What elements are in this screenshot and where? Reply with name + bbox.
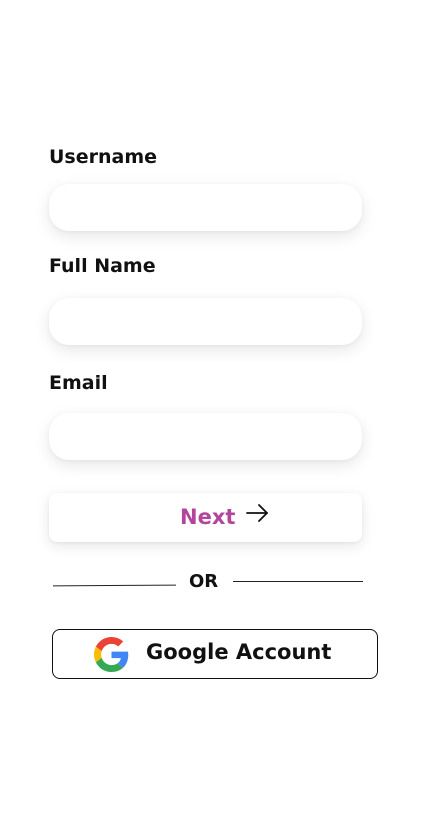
full-name-input[interactable] xyxy=(49,298,362,345)
divider-line-left xyxy=(52,584,177,587)
username-label: Username xyxy=(49,146,158,168)
divider-line-right xyxy=(233,581,363,582)
arrow-right-icon xyxy=(246,504,268,522)
username-input[interactable] xyxy=(49,184,362,231)
google-account-button[interactable]: Google Account xyxy=(52,629,378,679)
email-input[interactable] xyxy=(49,413,362,460)
or-label: OR xyxy=(189,571,219,592)
email-label: Email xyxy=(49,372,108,394)
full-name-field-wrapper xyxy=(49,298,362,345)
full-name-label: Full Name xyxy=(49,255,156,277)
email-field-wrapper xyxy=(49,413,362,460)
username-field-wrapper xyxy=(49,184,362,231)
next-button[interactable]: Next xyxy=(49,493,362,542)
google-account-label: Google Account xyxy=(146,640,332,664)
google-logo-icon xyxy=(94,637,129,672)
next-button-label: Next xyxy=(180,505,236,529)
